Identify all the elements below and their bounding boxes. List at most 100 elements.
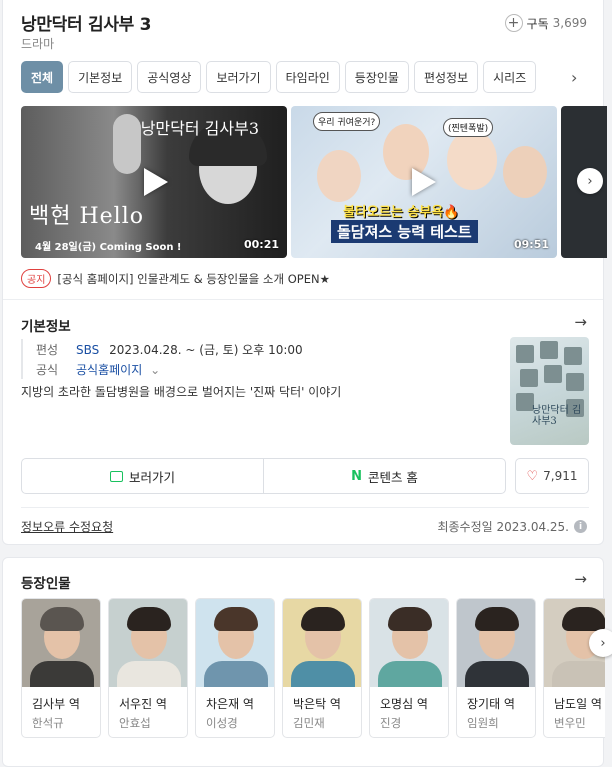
updated-date: 최종수정일 2023.04.25. i [437,518,587,535]
content-home-label: 콘텐츠 홈 [367,469,418,485]
poster-tile [564,347,582,365]
notice-text: [공식 홈페이지] 인물관계도 & 등장인물을 소개 OPEN★ [57,271,330,286]
cast-role: 김사부 역 [32,697,80,711]
action-row: 보러가기 N 콘텐츠 홈 ♡ 7,911 [21,458,589,494]
hair-shape [475,607,519,631]
tab-official-video[interactable]: 공식영상 [137,61,202,93]
hair-shape [127,607,171,631]
cast-actor: 김민재 [293,716,325,730]
tab-cast[interactable]: 등장인물 [344,61,409,93]
chevron-right-icon[interactable]: › [577,168,603,194]
tab-bar: 전체 기본정보 공식영상 보러가기 타임라인 등장인물 편성정보 시리즈 [21,61,567,93]
cast-photo [22,599,100,687]
outfit-shape [30,661,94,687]
poster-title: 낭만닥터 김사부3 [532,405,582,427]
video-thumbnail[interactable]: 낭만닥터 김사부3 백현 Hello 4월 28일(금) Coming Soon… [21,106,287,258]
outfit-shape [465,661,529,687]
chevron-right-icon[interactable]: › [589,629,612,657]
cast-item[interactable]: 김사부 역 한석규 [21,598,101,738]
chevron-right-icon[interactable]: › [571,68,577,87]
cast-role: 남도일 역 [554,697,602,711]
hair-shape [388,607,432,631]
face-shape [447,130,497,190]
poster-image[interactable]: 낭만닥터 김사부3 [510,337,589,445]
fix-request-link[interactable]: 정보오류 수정요청 [21,518,113,535]
poster-tile [566,373,584,391]
cast-item[interactable]: 차은재 역 이성경 [195,598,275,738]
play-icon [144,168,168,196]
naver-n-icon: N [351,468,362,484]
cast-item[interactable]: 오명심 역 진경 [369,598,449,738]
cast-carousel: 김사부 역 한석규 서우진 역 안효섭 차은재 역 이성경 박은탁 역 김민재 … [21,598,605,738]
cast-actor: 진경 [380,716,402,730]
poster-tile [540,341,558,359]
watch-button[interactable]: 보러가기 [22,459,263,493]
tab-timeline[interactable]: 타임라인 [275,61,340,93]
schedule-value: 2023.04.28. ~ (금, 토) 오후 10:00 [109,342,303,357]
play-icon [412,168,436,196]
video-banner: 돌담져스 능력 테스트 [331,220,478,243]
tab-watch[interactable]: 보러가기 [206,61,271,93]
speech-bubble: (찐텐폭발) [443,118,494,137]
info-key: 편성 [36,342,59,357]
hair-shape [40,607,84,631]
tab-all[interactable]: 전체 [21,61,64,93]
outfit-shape [552,661,605,687]
outfit-shape [117,661,181,687]
subscribe-label: 구독 [526,16,549,31]
poster-tile [520,369,538,387]
cast-role: 오명심 역 [380,697,428,711]
video-duration: 00:21 [243,238,279,251]
tab-schedule[interactable]: 편성정보 [413,61,479,93]
video-carousel: 낭만닥터 김사부3 백현 Hello 4월 28일(금) Coming Soon… [21,106,607,258]
cast-photo [370,599,448,687]
notice-badge: 공지 [21,269,52,288]
info-icon[interactable]: i [574,520,587,533]
outfit-shape [291,661,355,687]
face-shape [317,150,361,202]
outfit-shape [378,661,442,687]
section-title: 기본정보 [21,319,71,335]
video-duration: 09:51 [513,238,549,251]
divider [3,299,603,300]
cast-item[interactable]: 서우진 역 안효섭 [108,598,188,738]
subscribe-button[interactable]: + 구독 3,699 [504,14,587,32]
notice-link[interactable]: 공지 [공식 홈페이지] 인물관계도 & 등장인물을 소개 OPEN★ [21,269,330,288]
tab-basic-info[interactable]: 기본정보 [68,61,133,93]
video-icon [109,470,123,482]
video-caption: 백현 Hello [29,204,144,229]
cast-role: 서우진 역 [119,697,167,711]
cast-actor: 이성경 [206,716,238,730]
cast-item[interactable]: 장기태 역 임원희 [456,598,536,738]
watch-label: 보러가기 [128,469,175,485]
cast-card: 등장인물 → 김사부 역 한석규 서우진 역 안효섭 차은재 역 이성경 박은탁… [2,557,612,767]
page-title: 낭만닥터 김사부 3 [21,15,152,35]
cast-item[interactable]: 남도일 역 변우민 [543,598,605,738]
plus-icon: + [504,14,523,32]
official-homepage-link[interactable]: 공식홈페이지 [76,363,142,377]
tab-series[interactable]: 시리즈 [483,61,537,93]
like-count: 7,911 [543,469,578,483]
cast-actor: 한석규 [32,716,64,730]
cast-actor: 안효섭 [119,716,151,730]
cast-photo [283,599,361,687]
content-home-button[interactable]: N 콘텐츠 홈 [263,459,505,493]
arrow-right-icon[interactable]: → [574,313,587,331]
like-button[interactable]: ♡ 7,911 [515,458,589,494]
microphone-shape [113,114,141,174]
page-subtitle: 드라마 [21,37,55,51]
broadcaster-link[interactable]: SBS [76,343,99,357]
outfit-shape [204,661,268,687]
cast-role: 차은재 역 [206,697,254,711]
video-thumbnail[interactable]: 우리 귀여운거? (찐텐폭발) 불타오르는 승부욕🔥 돌담져스 능력 테스트 0… [291,106,557,258]
speech-bubble: 우리 귀여운거? [313,112,381,131]
arrow-right-icon[interactable]: → [574,570,587,588]
cast-item[interactable]: 박은탁 역 김민재 [282,598,362,738]
video-date-text: 4월 28일(금) Coming Soon ! [35,242,182,253]
show-logo: 낭만닥터 김사부3 [140,119,259,138]
poster-tile [544,365,562,383]
cast-role: 박은탁 역 [293,697,341,711]
chevron-down-icon[interactable]: ⌄ [150,363,160,377]
hair-shape [562,607,605,631]
updated-text: 최종수정일 2023.04.25. [437,520,569,534]
